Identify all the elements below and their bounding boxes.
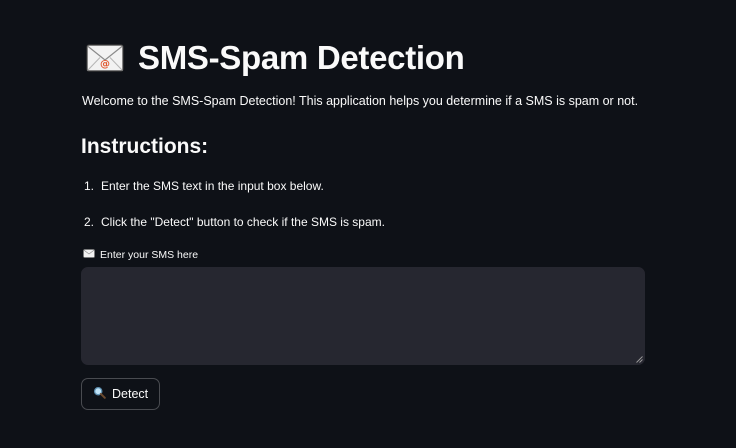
instruction-step-2: 2. Click the "Detect" button to check if…	[84, 214, 385, 230]
resize-grip-icon[interactable]	[636, 356, 643, 363]
detect-button-label: Detect	[112, 387, 149, 401]
sms-textarea[interactable]	[81, 267, 645, 365]
instructions-list: 1. Enter the SMS text in the input box b…	[84, 178, 385, 230]
svg-text:@: @	[100, 59, 110, 70]
magnifier-icon	[93, 386, 106, 402]
sms-input-label-text: Enter your SMS here	[100, 249, 199, 261]
step-text: Click the "Detect" button to check if th…	[101, 215, 385, 229]
instruction-step-1: 1. Enter the SMS text in the input box b…	[84, 178, 385, 194]
instructions-heading: Instructions:	[81, 135, 209, 158]
page-title: SMS-Spam Detection	[138, 39, 465, 76]
detect-button[interactable]: Detect	[81, 378, 161, 410]
step-number: 1.	[84, 179, 95, 193]
app-main: @ SMS-Spam Detection Welcome to the SMS-…	[0, 0, 736, 448]
sms-input-label: Enter your SMS here	[83, 248, 198, 262]
welcome-text: Welcome to the SMS-Spam Detection! This …	[82, 94, 639, 108]
envelope-icon: @	[86, 43, 124, 73]
step-text: Enter the SMS text in the input box belo…	[101, 179, 324, 193]
step-number: 2.	[84, 215, 95, 229]
envelope-icon	[83, 248, 95, 262]
title-row: @ SMS-Spam Detection	[86, 38, 465, 78]
